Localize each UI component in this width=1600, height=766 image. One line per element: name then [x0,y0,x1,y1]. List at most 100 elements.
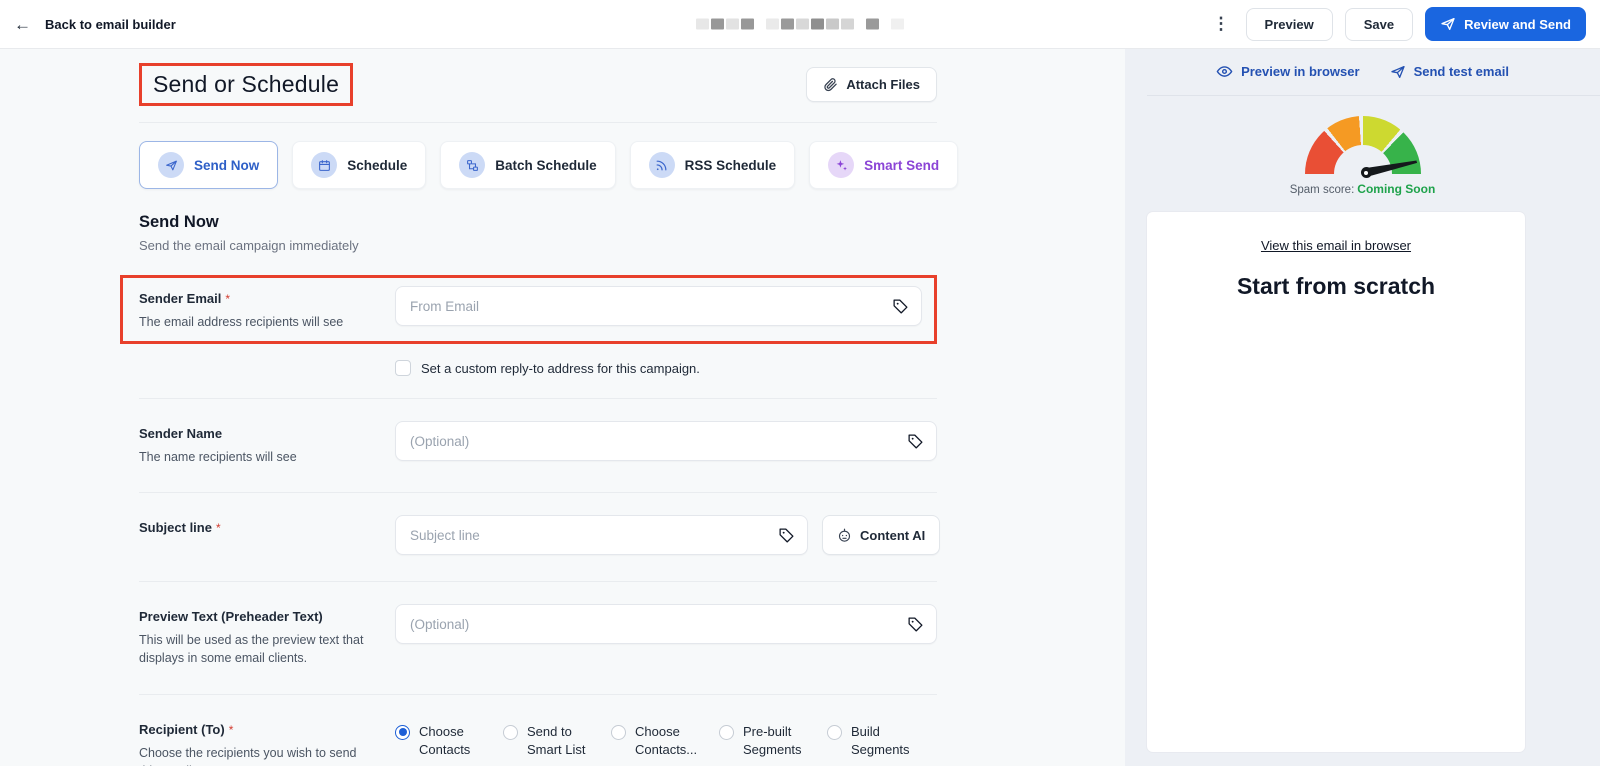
progress-step [891,18,904,30]
progress-step [796,18,809,30]
calendar-icon [311,152,338,178]
radio-send-to-smart-list[interactable]: Send to Smart List [503,723,611,761]
kebab-menu-icon[interactable]: ⋮ [1209,14,1234,34]
email-preview-card: View this email in browser Start from sc… [1147,212,1525,752]
required-asterisk: * [225,292,231,306]
progress-step [811,18,824,30]
content-ai-button[interactable]: Content AI [822,515,941,556]
batch-schedule-icon [459,152,486,178]
back-to-builder-label[interactable]: Back to email builder [45,17,176,32]
radio-label: Pre-built Segments [743,723,802,758]
tab-batch-schedule[interactable]: Batch Schedule [440,141,616,189]
merge-tag-icon[interactable] [776,525,796,545]
radio-build-segments[interactable]: Build Segments [827,723,935,761]
progress-step [826,18,839,30]
progress-step [726,18,739,30]
spam-score-value: Coming Soon [1357,182,1436,196]
tab-label: Send Now [194,157,260,173]
annotation-box-sender-email: Sender Email * The email address recipien… [120,275,937,345]
view-email-in-browser-link[interactable]: View this email in browser [1147,212,1525,253]
content-ai-label: Content AI [860,527,926,543]
sender-email-description: The email address recipients will see [139,315,344,329]
spam-score-gauge [1303,116,1423,180]
tab-label: RSS Schedule [684,157,777,173]
radio-icon [395,724,410,740]
progress-step [741,18,754,30]
progress-step [711,18,724,30]
recipient-description: Choose the recipients you wish to send t… [139,745,357,766]
spam-score-label: Spam score: [1289,184,1355,196]
sender-email-input[interactable] [395,286,922,326]
sparkles-icon [828,152,855,178]
radio-pre-built-segments[interactable]: Pre-built Segments [719,723,827,761]
preview-text-description: This will be used as the preview text th… [139,633,364,666]
tab-label: Schedule [347,157,408,173]
annotation-box-title: Send or Schedule [139,63,354,106]
preview-text-input[interactable] [395,604,937,645]
tab-rss-schedule[interactable]: RSS Schedule [629,141,796,189]
recipient-label: Recipient (To) [139,721,225,737]
paper-plane-icon [158,152,184,178]
progress-step [866,18,879,30]
divider [139,122,937,123]
email-preview-heading: Start from scratch [1236,273,1436,299]
progress-step [696,18,709,30]
attach-files-button[interactable]: Attach Files [806,67,937,102]
send-plane-icon [1440,16,1456,32]
required-asterisk: * [228,722,234,737]
radio-label: Send to Smart List [527,723,586,758]
radio-icon [827,724,842,740]
sender-name-input[interactable] [395,421,937,462]
section-description: Send the email campaign immediately [139,238,359,253]
radio-icon [719,724,734,740]
radio-label: Build Segments [851,723,910,758]
tab-send-now[interactable]: Send Now [139,141,279,189]
preview-in-browser-link[interactable]: Preview in browser [1216,63,1360,80]
page-title: Send or Schedule [153,71,340,97]
spam-score-line: Spam score: Coming Soon [1125,182,1600,196]
radio-choose-contacts-alt[interactable]: Choose Contacts... [611,723,719,761]
rss-icon [648,152,675,178]
merge-tag-icon[interactable] [890,296,910,316]
progress-step [766,18,779,30]
review-and-send-label: Review and Send [1464,16,1571,32]
save-button[interactable]: Save [1344,7,1414,41]
send-mode-tabs: Send Now Schedule Batch Schedule RSS Sch… [139,141,959,189]
sender-email-label: Sender Email [139,291,222,306]
radio-choose-contacts[interactable]: Choose Contacts [395,723,503,761]
send-schedule-panel: Send or Schedule Attach Files Send Now S… [0,49,1125,766]
preview-in-browser-label: Preview in browser [1241,64,1360,79]
email-preview-panel: Preview in browser Send test email Spam … [1125,49,1600,766]
gauge-needle-pivot [1360,167,1372,178]
review-and-send-button[interactable]: Review and Send [1425,7,1586,41]
eye-icon [1216,63,1233,80]
radio-label: Choose Contacts... [635,723,698,758]
paper-plane-icon [1390,64,1406,80]
progress-step [781,18,794,30]
reply-to-checkbox[interactable] [395,360,411,377]
tab-smart-send[interactable]: Smart Send [809,141,959,189]
reply-to-checkbox-label: Set a custom reply-to address for this c… [421,360,700,376]
back-arrow-icon[interactable]: ← [14,16,31,33]
divider [1147,95,1600,96]
required-asterisk: * [215,521,221,536]
robot-icon [837,528,852,543]
tab-schedule[interactable]: Schedule [292,141,427,189]
progress-track [696,18,904,30]
radio-label: Choose Contacts [419,723,471,758]
send-test-email-label: Send test email [1413,64,1509,79]
tab-label: Batch Schedule [495,157,597,173]
send-test-email-link[interactable]: Send test email [1390,63,1509,80]
tab-label: Smart Send [864,157,940,173]
section-title: Send Now [139,213,219,231]
progress-step [841,18,854,30]
subject-line-input[interactable] [395,515,808,556]
sender-name-description: The name recipients will see [139,450,297,465]
preview-text-label: Preview Text (Preheader Text) [139,609,323,625]
merge-tag-icon[interactable] [905,431,925,451]
radio-icon [611,724,626,740]
topbar: ← Back to email builder ⋮ Preview Save R… [0,0,1600,49]
merge-tag-icon[interactable] [905,614,925,634]
preview-button[interactable]: Preview [1245,7,1333,41]
subject-line-label: Subject line [139,520,212,536]
